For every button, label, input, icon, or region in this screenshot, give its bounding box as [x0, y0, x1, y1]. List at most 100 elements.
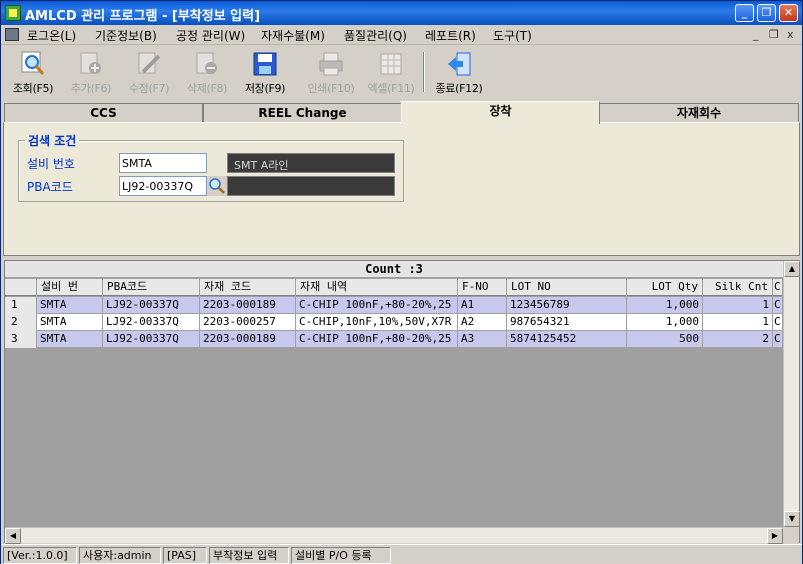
save-button-label: 저장(F9): [244, 82, 286, 95]
row-number-header: [5, 279, 37, 296]
print-button[interactable]: 인쇄(F10): [303, 48, 359, 98]
tab-material-return[interactable]: 자재회수: [599, 103, 799, 123]
cell-lot-qty[interactable]: 1,000: [627, 314, 703, 331]
table-row[interactable]: 3 SMTA LJ92-00337Q 2203-000189 C-CHIP 10…: [5, 331, 783, 348]
cell-feeder-no[interactable]: A3: [458, 331, 507, 348]
cell-extra[interactable]: C: [773, 331, 783, 348]
restore-button[interactable]: ❐: [757, 4, 776, 22]
menu-bar: 로그온(L) 기준정보(B) 공정 관리(W) 자재수불(M) 품질관리(Q) …: [1, 25, 802, 45]
print-icon: [319, 52, 343, 76]
app-window: AMLCD 관리 프로그램 - [부착정보 입력] _ ❐ ✕ 로그온(L) 기…: [0, 0, 803, 564]
cell-extra[interactable]: C: [773, 297, 783, 314]
mdi-close-button[interactable]: x: [787, 28, 794, 41]
add-button[interactable]: 추가(F6): [63, 48, 119, 98]
search-panel: 검색 조건 설비 번호 SMTA SMT A라인 PBA코드 LJ92-0033…: [3, 122, 800, 256]
scroll-down-icon[interactable]: ▼: [784, 511, 800, 527]
search-button[interactable]: 조회(F5): [5, 48, 61, 98]
cell-pba-code[interactable]: LJ92-00337Q: [103, 331, 200, 348]
equipment-label: 설비 번호: [27, 157, 75, 171]
cell-lot-qty[interactable]: 1,000: [627, 297, 703, 314]
status-user: 사용자:admin: [79, 547, 161, 564]
cell-lot-qty[interactable]: 500: [627, 331, 703, 348]
status-version: [Ver.:1.0.0]: [3, 547, 77, 564]
column-header-material-code[interactable]: 자재 코드: [200, 279, 296, 296]
cell-material-code[interactable]: 2203-000189: [200, 331, 296, 348]
excel-icon: [380, 53, 402, 75]
menu-material[interactable]: 자재수불(M): [261, 27, 325, 44]
scroll-up-icon[interactable]: ▲: [784, 261, 800, 277]
title-bar[interactable]: AMLCD 관리 프로그램 - [부착정보 입력] _ ❐ ✕: [1, 1, 802, 25]
row-number: 1: [5, 297, 37, 314]
lookup-search-icon[interactable]: [207, 176, 227, 196]
cell-feeder-no[interactable]: A2: [458, 314, 507, 331]
tab-mounting[interactable]: 장착: [401, 101, 600, 124]
tab-strip: CCS REEL Change 장착 자재회수: [1, 101, 802, 124]
cell-material-desc[interactable]: C-CHIP,10nF,10%,50V,X7R: [296, 314, 458, 331]
column-header-lot-no[interactable]: LOT NO: [507, 279, 627, 296]
excel-button[interactable]: 엑셀(F11): [363, 48, 419, 98]
mdi-minimize-button[interactable]: _: [753, 28, 759, 41]
menu-master-data[interactable]: 기준정보(B): [95, 27, 157, 44]
close-button[interactable]: ✕: [779, 4, 798, 22]
mdi-child-icon[interactable]: [5, 28, 19, 41]
cell-material-desc[interactable]: C-CHIP 100nF,+80-20%,25: [296, 297, 458, 314]
menu-process[interactable]: 공정 관리(W): [176, 27, 245, 44]
table-row[interactable]: 2 SMTA LJ92-00337Q 2203-000257 C-CHIP,10…: [5, 314, 783, 331]
delete-button-label: 삭제(F8): [186, 82, 228, 95]
exit-button[interactable]: 종료(F12): [431, 48, 487, 98]
cell-material-code[interactable]: 2203-000189: [200, 297, 296, 314]
menu-quality[interactable]: 품질관리(Q): [344, 27, 407, 44]
cell-feeder-no[interactable]: A1: [458, 297, 507, 314]
scroll-left-icon[interactable]: ◀: [5, 528, 21, 544]
column-header-pba-code[interactable]: PBA코드: [103, 279, 200, 296]
minimize-button[interactable]: _: [735, 4, 754, 22]
cell-pba-code[interactable]: LJ92-00337Q: [103, 314, 200, 331]
column-header-feeder-no[interactable]: F-NO: [458, 279, 507, 296]
search-conditions-group: 검색 조건 설비 번호 SMTA SMT A라인 PBA코드 LJ92-0033…: [18, 132, 404, 202]
cell-silk-cnt[interactable]: 1: [703, 297, 773, 314]
cell-equipment[interactable]: SMTA: [37, 297, 103, 314]
menu-report[interactable]: 레포트(R): [425, 27, 476, 44]
cell-material-code[interactable]: 2203-000257: [200, 314, 296, 331]
cell-silk-cnt[interactable]: 2: [703, 331, 773, 348]
column-header-extra[interactable]: C: [773, 279, 783, 296]
cell-equipment[interactable]: SMTA: [37, 314, 103, 331]
cell-lot-no[interactable]: 987654321: [507, 314, 627, 331]
column-header-material-desc[interactable]: 자재 내역: [296, 279, 458, 296]
vertical-scrollbar[interactable]: ▲ ▼: [783, 261, 800, 527]
pba-code-input[interactable]: LJ92-00337Q: [119, 176, 207, 196]
cell-lot-no[interactable]: 123456789: [507, 297, 627, 314]
cell-material-desc[interactable]: C-CHIP 100nF,+80-20%,25: [296, 331, 458, 348]
delete-button[interactable]: 삭제(F8): [179, 48, 235, 98]
scroll-right-icon[interactable]: ▶: [767, 528, 783, 544]
mdi-restore-button[interactable]: ❐: [769, 28, 779, 41]
status-extra: 설비별 P/O 등록: [291, 547, 391, 564]
tab-reel-change[interactable]: REEL Change: [203, 103, 402, 123]
menu-tools[interactable]: 도구(T): [493, 27, 532, 44]
exit-button-label: 종료(F12): [435, 82, 483, 95]
column-header-lot-qty[interactable]: LOT Qty: [627, 279, 703, 296]
grid-header: 설비 번 PBA코드 자재 코드 자재 내역 F-NO LOT NO LOT Q…: [5, 279, 783, 296]
search-conditions-legend: 검색 조건: [25, 132, 80, 149]
column-header-silk-cnt[interactable]: Silk Cnt: [703, 279, 773, 296]
status-screen: 부착정보 입력: [209, 547, 289, 564]
tab-ccs[interactable]: CCS: [4, 103, 203, 123]
cell-extra[interactable]: C: [773, 314, 783, 331]
status-bar: [Ver.:1.0.0] 사용자:admin [PAS] 부착정보 입력 설비별…: [1, 544, 802, 564]
cell-silk-cnt[interactable]: 1: [703, 314, 773, 331]
cell-pba-code[interactable]: LJ92-00337Q: [103, 297, 200, 314]
edit-button[interactable]: 수정(F7): [121, 48, 177, 98]
excel-button-label: 엑셀(F11): [367, 82, 415, 95]
table-row[interactable]: 1 SMTA LJ92-00337Q 2203-000189 C-CHIP 10…: [5, 297, 783, 314]
pba-code-label: PBA코드: [27, 180, 73, 194]
column-header-equipment[interactable]: 설비 번: [37, 279, 103, 296]
horizontal-scrollbar[interactable]: ◀ ▶: [5, 527, 783, 544]
cell-equipment[interactable]: SMTA: [37, 331, 103, 348]
equipment-input[interactable]: SMTA: [119, 153, 207, 173]
exit-icon: [448, 52, 471, 76]
save-button[interactable]: 저장(F9): [237, 48, 293, 98]
pba-name-display: [227, 176, 395, 196]
menu-logon[interactable]: 로그온(L): [27, 27, 76, 44]
cell-lot-no[interactable]: 5874125452: [507, 331, 627, 348]
equipment-name-display: SMT A라인: [227, 153, 395, 173]
